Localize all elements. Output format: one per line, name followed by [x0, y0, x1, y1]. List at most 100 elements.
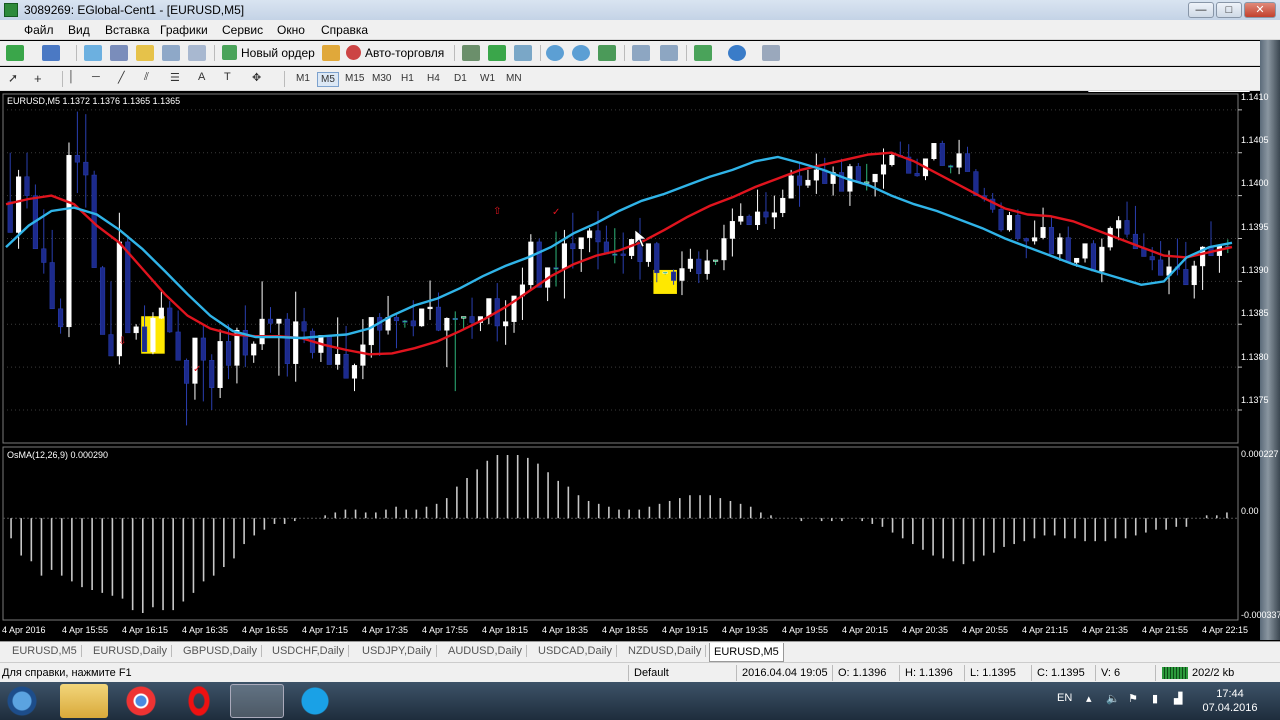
candle-body [704, 260, 710, 274]
templates-icon[interactable] [762, 45, 780, 61]
time-tick-label: 4 Apr 18:35 [542, 625, 589, 635]
candle-body [645, 243, 651, 262]
timeframe-m5[interactable]: M5 [317, 72, 339, 87]
text-label-icon[interactable]: T [224, 71, 242, 87]
menu-window[interactable]: Окно [277, 23, 305, 37]
skype-icon[interactable] [288, 684, 342, 718]
candle-body [267, 318, 274, 324]
price-label: 1.1410 [1241, 92, 1269, 102]
menu-charts[interactable]: Графики [160, 23, 208, 37]
menu-insert[interactable]: Вставка [105, 23, 150, 37]
navigator-icon[interactable] [136, 45, 154, 61]
indicators-icon[interactable] [694, 45, 712, 61]
candle-body [1023, 238, 1029, 242]
standard-toolbar: Новый ордер Авто-торговля ⌕ [0, 41, 1280, 104]
metatrader-taskbar-icon[interactable] [230, 684, 284, 718]
timeframe-m30[interactable]: M30 [369, 72, 394, 85]
channel-icon[interactable]: ⫽ [144, 71, 162, 87]
strategy-tester-icon[interactable] [188, 45, 206, 61]
candle-body [687, 258, 693, 269]
chart-shift-icon[interactable] [632, 45, 650, 61]
fibonacci-icon[interactable]: ☰ [170, 71, 188, 87]
menu-file[interactable]: Файл [24, 23, 54, 37]
trendline-icon[interactable]: ╱ [118, 71, 136, 87]
timeframe-mn[interactable]: MN [503, 72, 525, 85]
chart-tab[interactable]: EURUSD,Daily [89, 645, 172, 657]
profile-name[interactable]: Default [634, 667, 669, 679]
candle-body [1183, 269, 1189, 286]
menu-help[interactable]: Справка [321, 23, 368, 37]
chrome-icon[interactable] [114, 684, 168, 718]
bar-chart-icon[interactable] [462, 45, 480, 61]
chart-tab[interactable]: AUDUSD,Daily [444, 645, 527, 657]
tile-windows-icon[interactable] [598, 45, 616, 61]
menu-tools[interactable]: Сервис [222, 23, 263, 37]
chart-tab[interactable]: USDJPY,Daily [358, 645, 437, 657]
chart-tab[interactable]: GBPUSD,Daily [179, 645, 262, 657]
timeframe-h1[interactable]: H1 [398, 72, 417, 85]
terminal-icon[interactable] [162, 45, 180, 61]
horizontal-line-icon[interactable]: ─ [92, 71, 110, 87]
candle-body [7, 201, 13, 233]
candle-body [679, 268, 685, 281]
vertical-line-icon[interactable]: │ [68, 71, 86, 87]
menu-view[interactable]: Вид [68, 23, 90, 37]
timeframe-h4[interactable]: H4 [424, 72, 443, 85]
chart-tab[interactable]: NZDUSD,Daily [624, 645, 707, 657]
market-watch-icon[interactable] [84, 45, 102, 61]
time-tick-label: 4 Apr 20:55 [962, 625, 1009, 635]
text-icon[interactable]: A [198, 71, 216, 87]
candle-body [83, 161, 89, 176]
line-chart-icon[interactable] [514, 45, 532, 61]
network-icon[interactable]: ▟ [1174, 692, 1182, 705]
language-indicator[interactable]: EN [1057, 692, 1072, 704]
time-tick-label: 4 Apr 21:35 [1082, 625, 1129, 635]
candle-body [1006, 215, 1013, 231]
new-order-button[interactable]: Новый ордер [222, 44, 315, 62]
explorer-icon[interactable] [60, 684, 108, 718]
volume-icon[interactable]: 🔈 [1106, 692, 1120, 705]
candle-body [998, 209, 1004, 231]
maximize-button[interactable]: □ [1216, 2, 1242, 18]
chart-tab[interactable]: USDCHF,Daily [268, 645, 350, 657]
timeframe-w1[interactable]: W1 [477, 72, 498, 85]
timeframe-d1[interactable]: D1 [451, 72, 470, 85]
periods-icon[interactable] [728, 45, 746, 61]
meta-editor-icon[interactable] [322, 45, 340, 61]
zoom-out-icon[interactable] [572, 45, 590, 61]
chart-tab[interactable]: USDCAD,Daily [534, 645, 617, 657]
cursor-icon[interactable]: ➚ [8, 71, 26, 87]
chart-tab[interactable]: EURUSD,M5 [8, 645, 82, 657]
chart-tab-active[interactable]: EURUSD,M5 [709, 643, 784, 662]
zoom-in-icon[interactable] [546, 45, 564, 61]
menu-bar: Файл Вид Вставка Графики Сервис Окно Спр… [0, 20, 1280, 57]
opera-icon[interactable] [172, 684, 226, 718]
price-chart-canvas[interactable]: ⇩ ⇧ ✓ ✓ [0, 92, 1260, 640]
new-chart-icon[interactable] [6, 45, 24, 61]
candle-body [435, 306, 442, 331]
data-window-icon[interactable] [110, 45, 128, 61]
battery-icon[interactable]: ▮ [1152, 692, 1158, 705]
chart-window[interactable]: ⇩ ⇧ ✓ ✓ EURUSD,M5 1.1372 1.1376 1.1365 1… [0, 92, 1280, 640]
system-clock[interactable]: 17:44 07.04.2016 [1200, 687, 1260, 715]
candlesticks-icon[interactable] [488, 45, 506, 61]
timeframe-m15[interactable]: M15 [342, 72, 367, 85]
start-button-icon[interactable] [2, 684, 42, 718]
profiles-icon[interactable] [42, 45, 60, 61]
arrows-icon[interactable]: ✥ [252, 71, 270, 87]
osma-scale-label: -0.000337 [1241, 610, 1280, 620]
candle-body [452, 317, 458, 320]
minimize-button[interactable]: — [1188, 2, 1214, 18]
tray-arrow-icon[interactable]: ▴ [1086, 692, 1092, 705]
time-tick-label: 4 Apr 19:15 [662, 625, 709, 635]
candle-body [326, 335, 332, 365]
new-order-icon [222, 45, 237, 60]
close-button[interactable]: ✕ [1244, 2, 1276, 18]
crosshair-icon[interactable]: + [34, 71, 52, 87]
action-center-icon[interactable]: ⚑ [1128, 692, 1138, 705]
candle-body [805, 179, 811, 186]
timeframe-m1[interactable]: M1 [293, 72, 313, 85]
auto-trading-button[interactable]: Авто-торговля [346, 44, 444, 62]
auto-scroll-icon[interactable] [660, 45, 678, 61]
candle-body [360, 344, 366, 366]
